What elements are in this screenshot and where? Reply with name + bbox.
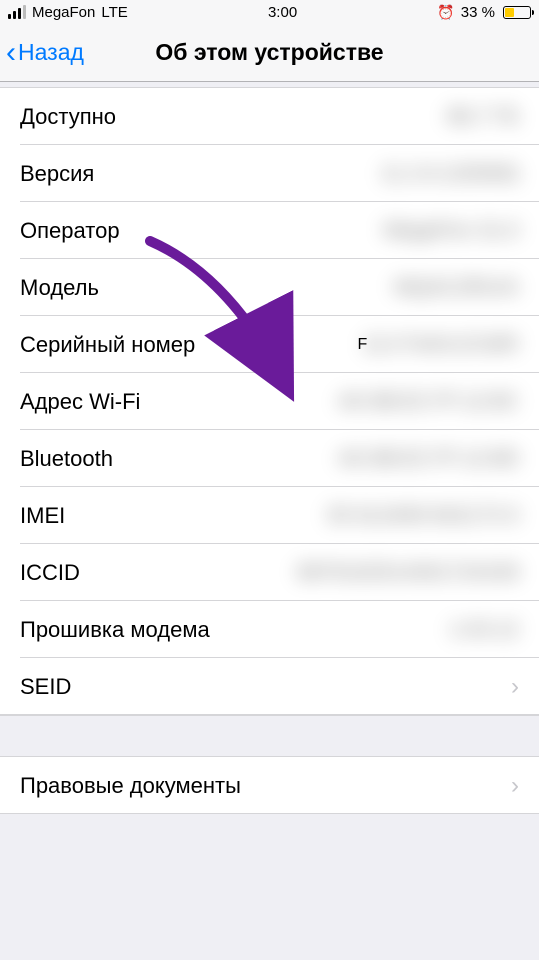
battery-percent: 33 % xyxy=(461,4,495,21)
back-label: Назад xyxy=(18,39,84,66)
row-label: Серийный номер xyxy=(20,332,195,358)
row-wifi[interactable]: Адрес Wi-Fi A0:3B:E3:7F:12:8C xyxy=(0,373,539,430)
row-available[interactable]: Доступно 86,7 ГБ xyxy=(0,88,539,145)
row-imei[interactable]: IMEI 35 612409 842173 0 xyxy=(0,487,539,544)
alarm-icon: ⏰ xyxy=(437,4,454,21)
row-label: ICCID xyxy=(20,560,80,586)
carrier-label: MegaFon xyxy=(32,4,95,21)
row-iccid[interactable]: ICCID 8970102514301724159 xyxy=(0,544,539,601)
row-value: A0:3B:E3:7F:12:8D xyxy=(338,447,519,471)
settings-list: Доступно 86,7 ГБ Версия 11.2.6 (15D60) О… xyxy=(0,88,539,715)
row-serial[interactable]: Серийный номер F 2LV7AKKJCWR xyxy=(0,316,539,373)
row-model[interactable]: Модель MQAC2RU/A xyxy=(0,259,539,316)
navigation-bar: ‹ Назад Об этом устройстве xyxy=(0,24,539,82)
row-value: MQAC2RU/A xyxy=(394,276,519,300)
signal-strength-icon xyxy=(8,5,26,19)
row-carrier[interactable]: Оператор MegaFon 31.0 xyxy=(0,202,539,259)
row-label: Правовые документы xyxy=(20,773,241,799)
row-label: IMEI xyxy=(20,503,65,529)
row-label: Bluetooth xyxy=(20,446,113,472)
row-label: Доступно xyxy=(20,104,116,130)
network-label: LTE xyxy=(101,4,127,21)
row-value: 2LV7AKKJCWR xyxy=(363,333,519,357)
row-value-wrap: F 2LV7AKKJCWR xyxy=(358,333,519,357)
row-bluetooth[interactable]: Bluetooth A0:3B:E3:7F:12:8D xyxy=(0,430,539,487)
status-bar: MegaFon LTE 3:00 ⏰ 33 % xyxy=(0,0,539,24)
row-value: 8970102514301724159 xyxy=(297,561,519,585)
row-label: Оператор xyxy=(20,218,120,244)
status-right: ⏰ 33 % xyxy=(437,4,531,21)
row-value: 86,7 ГБ xyxy=(447,105,519,129)
row-value: MegaFon 31.0 xyxy=(384,219,519,243)
row-label: Модель xyxy=(20,275,99,301)
row-label: SEID xyxy=(20,674,71,700)
chevron-right-icon: › xyxy=(511,673,519,701)
status-time: 3:00 xyxy=(268,4,297,21)
battery-icon xyxy=(503,6,531,19)
section-spacer xyxy=(0,715,539,757)
row-label: Адрес Wi-Fi xyxy=(20,389,140,415)
row-modem-firmware[interactable]: Прошивка модема 1.03.12 xyxy=(0,601,539,658)
row-value: A0:3B:E3:7F:12:8C xyxy=(338,390,519,414)
chevron-left-icon: ‹ xyxy=(6,38,16,68)
row-label: Прошивка модема xyxy=(20,617,210,643)
row-version[interactable]: Версия 11.2.6 (15D60) xyxy=(0,145,539,202)
legal-list: Правовые документы › xyxy=(0,757,539,814)
row-label: Версия xyxy=(20,161,94,187)
row-value: 11.2.6 (15D60) xyxy=(380,162,519,186)
row-value: 35 612409 842173 0 xyxy=(326,504,519,528)
row-legal[interactable]: Правовые документы › xyxy=(0,757,539,814)
status-left: MegaFon LTE xyxy=(8,4,128,21)
row-value: 1.03.12 xyxy=(449,618,519,642)
row-seid[interactable]: SEID › xyxy=(0,658,539,715)
back-button[interactable]: ‹ Назад xyxy=(0,38,84,68)
chevron-right-icon: › xyxy=(511,772,519,800)
